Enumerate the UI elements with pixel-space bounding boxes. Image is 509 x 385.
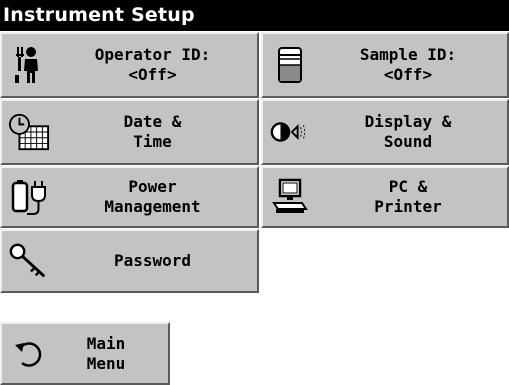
- pc-printer-label-2: Printer: [374, 197, 442, 216]
- operator-id-value: <Off>: [128, 65, 177, 84]
- computer-icon: [269, 176, 311, 218]
- clock-calendar-icon: [8, 111, 50, 153]
- date-time-label-2: Time: [133, 132, 172, 151]
- main-menu-label-1: Main: [86, 333, 126, 353]
- date-time-label-1: Date &: [123, 112, 182, 131]
- sample-vial-icon: [269, 44, 311, 86]
- operator-id-label: Operator ID:: [94, 45, 211, 64]
- operator-id-button[interactable]: Operator ID: <Off>: [0, 32, 259, 98]
- power-plug-icon: [8, 176, 50, 218]
- display-sound-label-1: Display &: [364, 112, 452, 131]
- sample-id-button[interactable]: Sample ID: <Off>: [261, 32, 509, 98]
- date-time-button[interactable]: Date & Time: [0, 99, 259, 165]
- operator-icon: [8, 44, 50, 86]
- main-menu-label-2: Menu: [86, 353, 126, 373]
- pc-printer-button[interactable]: PC & Printer: [261, 166, 509, 228]
- page-title: Instrument Setup: [0, 0, 509, 31]
- power-label-2: Management: [104, 197, 201, 216]
- power-label-1: Power: [128, 177, 177, 196]
- display-sound-icon: [269, 111, 311, 153]
- main-menu-button[interactable]: Main Menu: [0, 322, 170, 385]
- sample-id-label: Sample ID:: [359, 45, 457, 64]
- sample-id-value: <Off>: [383, 65, 433, 84]
- display-sound-label-2: Sound: [383, 132, 433, 151]
- back-arrow-icon: [8, 333, 50, 375]
- password-button[interactable]: Password: [0, 229, 259, 293]
- power-management-button[interactable]: Power Management: [0, 166, 259, 228]
- key-icon: [8, 240, 50, 282]
- password-label: Password: [113, 251, 192, 270]
- pc-printer-label-1: PC &: [388, 177, 428, 196]
- display-sound-button[interactable]: Display & Sound: [261, 99, 509, 165]
